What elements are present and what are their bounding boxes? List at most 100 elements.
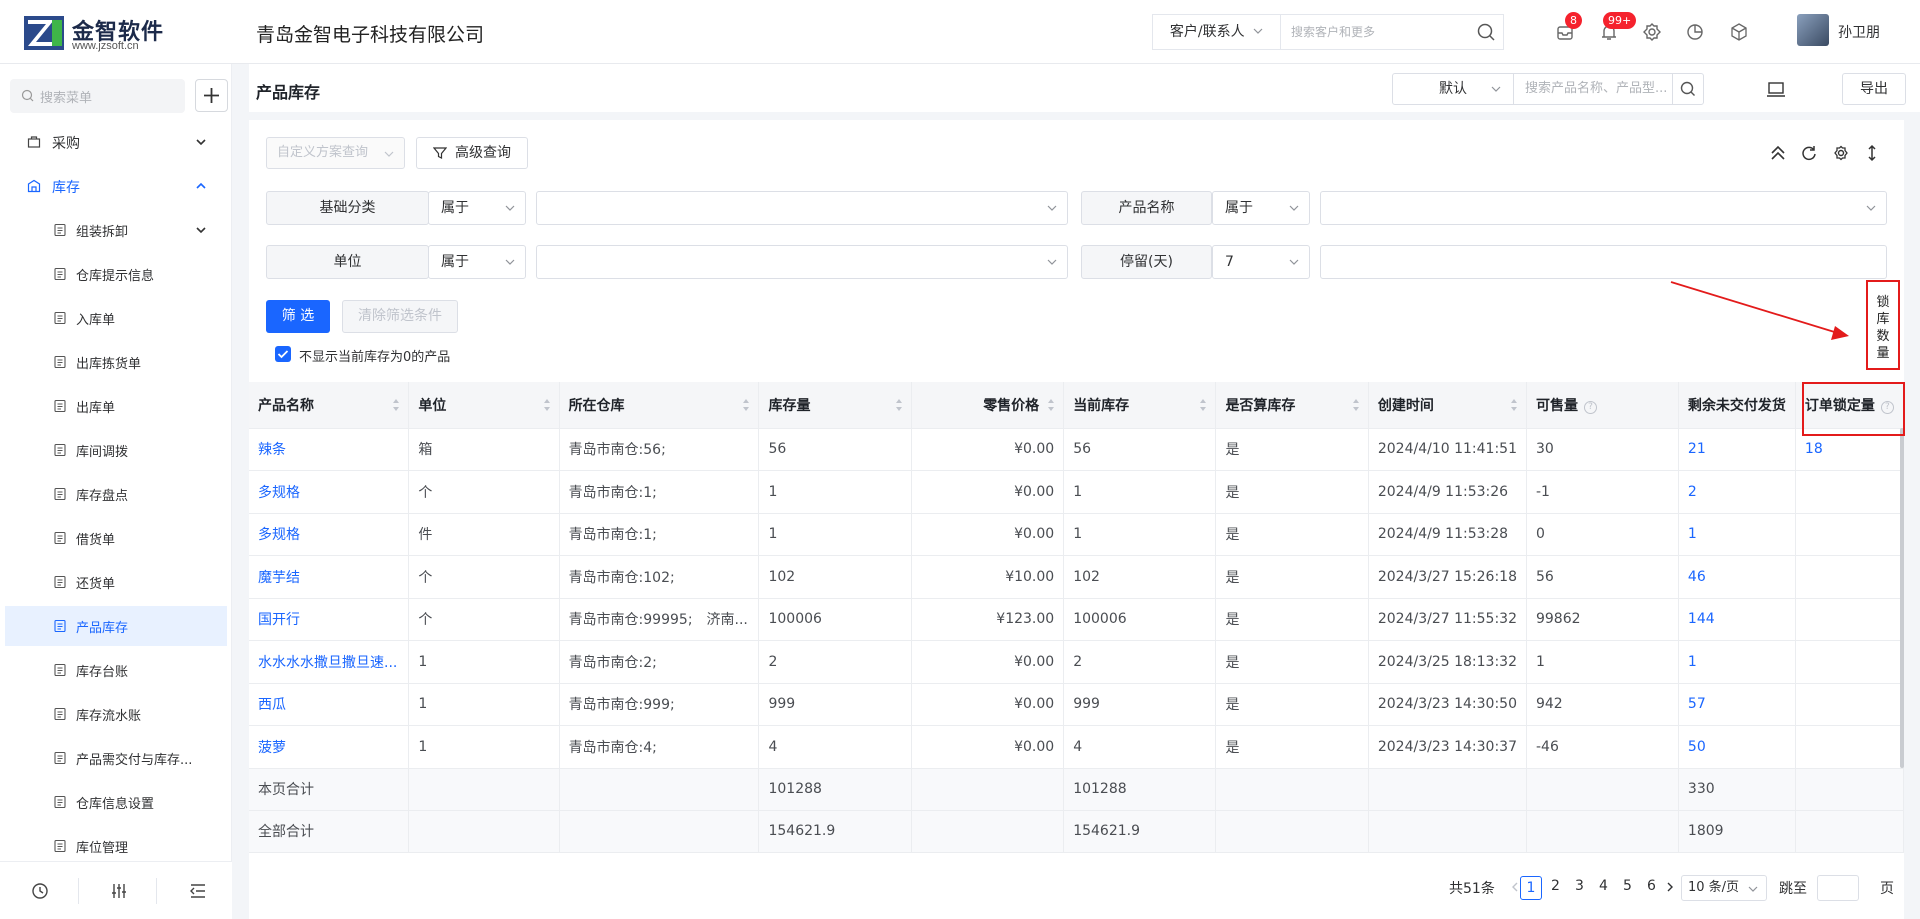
view-select[interactable]: 默认 (1392, 73, 1514, 105)
hide-zero-checkbox[interactable] (275, 346, 291, 362)
filter-button[interactable]: 筛 选 (266, 300, 330, 333)
filter-operator-select[interactable]: 属于 (1212, 191, 1310, 225)
collapse-menu-icon[interactable] (188, 881, 208, 901)
sort-icon[interactable] (1510, 398, 1518, 412)
product-name-link[interactable]: 魔芋结 (249, 555, 410, 599)
global-search-input[interactable]: 搜索客户和更多 (1291, 15, 1375, 49)
sidebar-item-inbound[interactable]: 入库单 (5, 298, 227, 338)
row-height-icon[interactable] (1863, 144, 1881, 162)
column-header[interactable]: 是否算库存 (1215, 382, 1369, 429)
collapse-up-icon[interactable] (1769, 144, 1787, 162)
page-number[interactable]: 3 (1575, 878, 1584, 894)
search-icon[interactable] (1469, 15, 1503, 49)
filter-value-select[interactable] (536, 245, 1068, 279)
page-size-select[interactable]: 10 条/页 (1681, 875, 1767, 901)
gear-icon[interactable] (1832, 144, 1850, 162)
table-cell[interactable]: 46 (1678, 555, 1796, 599)
product-name-link[interactable]: 国开行 (249, 598, 410, 641)
column-header[interactable]: 剩余未交付发货 (1678, 382, 1796, 429)
sidebar-item-ledger[interactable]: 库存台账 (5, 650, 227, 690)
advanced-query-button[interactable]: 高级查询 (416, 137, 528, 169)
jump-page-input[interactable] (1817, 875, 1859, 901)
table-cell[interactable] (1795, 725, 1904, 769)
table-cell[interactable] (1795, 598, 1904, 641)
sidebar-item-location[interactable]: 库位管理 (5, 826, 227, 866)
logo[interactable]: 金智软件 www.jzsoft.cn (24, 14, 184, 54)
column-header[interactable]: 所在仓库 (559, 382, 760, 429)
table-cell[interactable] (1795, 683, 1904, 726)
sidebar-group-purchase[interactable]: 采购 (5, 122, 227, 162)
settings-button[interactable] (1640, 20, 1664, 44)
table-cell[interactable]: 50 (1678, 725, 1796, 769)
notification-button[interactable]: 99+ (1597, 12, 1637, 44)
filter-value-select[interactable] (1320, 191, 1887, 225)
sidebar-item-journal[interactable]: 库存流水账 (5, 694, 227, 734)
product-search-input[interactable]: 搜索产品名称、产品型... (1513, 73, 1673, 105)
page-number[interactable]: 2 (1551, 878, 1560, 894)
product-name-link[interactable]: 水水水水撒旦撒旦速... (249, 640, 410, 684)
table-row[interactable]: 国开行个青岛市南仓:99995; 济南... 100006 ¥123.00 10000… (249, 598, 1904, 641)
sort-icon[interactable] (1199, 398, 1207, 412)
table-row[interactable]: 西瓜 1 青岛市南仓:999; 999 ¥0.00 999 是 2024/3/23 14:30… (249, 683, 1904, 726)
filter-value-select[interactable] (536, 191, 1068, 225)
product-name-link[interactable]: 多规格 (249, 513, 410, 556)
column-header[interactable]: 创建时间 (1368, 382, 1527, 429)
search-type-select[interactable]: 客户/联系人 (1153, 15, 1281, 49)
sort-icon[interactable] (1352, 398, 1360, 412)
sidebar-item-settings[interactable]: 仓库信息设置 (5, 782, 227, 822)
chevron-right-icon[interactable] (1664, 881, 1676, 893)
column-header[interactable]: 当前库存 (1063, 382, 1217, 429)
report-button[interactable] (1683, 20, 1707, 44)
sidebar-item-assemble[interactable]: 组装拆卸 (5, 210, 227, 250)
table-row[interactable]: 多规格件青岛市南仓:1; 1 ¥0.00 1 是 2024/4/9 11:53:28 0 1 (249, 513, 1904, 556)
page-number[interactable]: 5 (1623, 878, 1632, 894)
product-name-link[interactable]: 多规格 (249, 470, 410, 514)
table-cell[interactable] (1795, 555, 1904, 599)
table-cell[interactable]: 144 (1678, 598, 1796, 641)
refresh-icon[interactable] (1800, 144, 1818, 162)
sort-icon[interactable] (543, 398, 551, 412)
column-header[interactable]: 产品名称 (249, 382, 410, 429)
page-number[interactable]: 4 (1599, 878, 1608, 894)
sidebar-item-pick[interactable]: 出库拣货单 (5, 342, 227, 382)
add-menu-button[interactable] (195, 79, 228, 112)
filter-operator-select[interactable]: 属于 (428, 245, 526, 279)
sidebar-group-inventory[interactable]: 库存 (5, 166, 227, 206)
sidebar-item-delivery[interactable]: 产品需交付与库存... (5, 738, 227, 778)
message-button[interactable]: 8 (1553, 12, 1582, 44)
table-cell[interactable] (1795, 640, 1904, 684)
table-cell[interactable]: 2 (1678, 470, 1796, 514)
column-header[interactable]: 库存量 (758, 382, 912, 429)
product-search-button[interactable] (1672, 73, 1704, 105)
help-icon[interactable]: ? (1583, 400, 1597, 414)
app-button[interactable] (1727, 20, 1751, 44)
sidebar-item-doc[interactable]: 仓库提示信息 (5, 254, 227, 294)
table-cell[interactable]: 21 (1678, 428, 1796, 471)
table-row[interactable]: 魔芋结个青岛市南仓:102; 102 ¥10.00 102 是 2024/3/27 15:… (249, 555, 1904, 599)
product-name-link[interactable]: 辣条 (249, 428, 410, 471)
clear-filter-button[interactable]: 清除筛选条件 (342, 300, 458, 333)
monitor-button[interactable] (1762, 76, 1790, 102)
table-row[interactable]: 辣条箱青岛市南仓:56; 56 ¥0.00 56 是 2024/4/10 11:41:51… (249, 428, 1904, 471)
sidebar-item-product-stock[interactable]: 产品库存 (5, 606, 227, 646)
table-cell[interactable] (1795, 470, 1904, 514)
table-cell[interactable]: 1 (1678, 640, 1796, 684)
table-cell[interactable]: 1 (1678, 513, 1796, 556)
table-cell[interactable] (1795, 513, 1904, 556)
menu-search-input[interactable]: 搜索菜单 (10, 79, 185, 113)
column-header[interactable]: 单位 (408, 382, 560, 429)
scheme-select[interactable]: 自定义方案查询 (266, 137, 405, 169)
sidebar-item-stocktake[interactable]: 库存盘点 (5, 474, 227, 514)
sort-icon[interactable] (742, 398, 750, 412)
table-row[interactable]: 水水水水撒旦撒旦速... 1 青岛市南仓:2; 2 ¥0.00 2 是 2024/3/25 1… (249, 640, 1904, 684)
column-header[interactable]: 零售价格 (911, 382, 1065, 429)
table-row[interactable]: 菠萝 1 青岛市南仓:4; 4 ¥0.00 4 是 2024/3/23 14:30:37 -46… (249, 725, 1904, 769)
export-button[interactable]: 导出 (1842, 73, 1906, 105)
page-number[interactable]: 6 (1647, 878, 1656, 894)
table-row[interactable]: 多规格个青岛市南仓:1; 1 ¥0.00 1 是 2024/4/9 11:53:26 -1 2 (249, 470, 1904, 514)
product-name-link[interactable]: 菠萝 (249, 725, 410, 769)
avatar[interactable] (1797, 14, 1829, 46)
stay-days-select[interactable]: 7 (1212, 245, 1310, 279)
sort-icon[interactable] (895, 398, 903, 412)
sidebar-item-return[interactable]: 还货单 (5, 562, 227, 602)
